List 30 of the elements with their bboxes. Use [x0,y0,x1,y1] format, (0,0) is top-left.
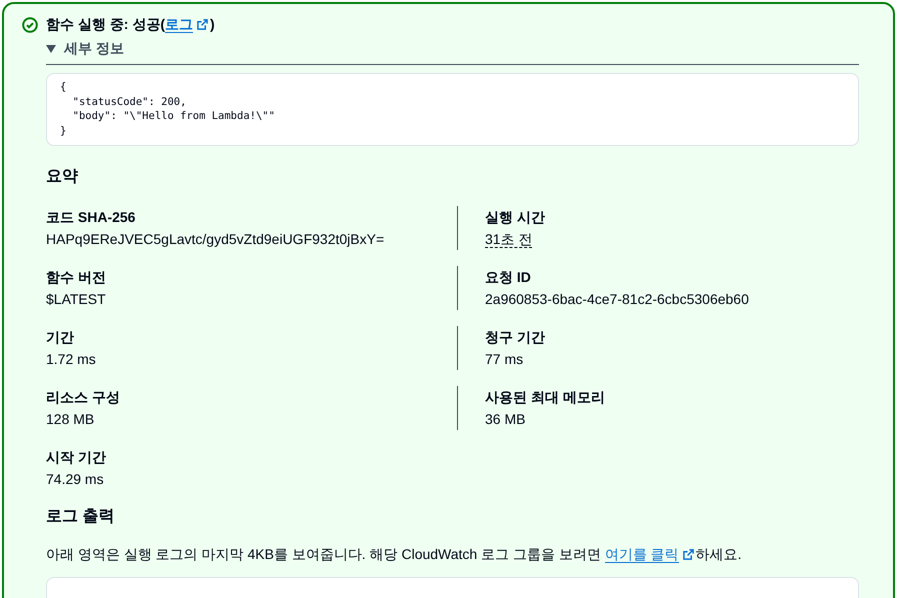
field-value: 128 MB [46,411,94,427]
field-value: 77 ms [485,351,524,367]
field-value: HAPq9EReJVEC5gLavtc/gyd5vZtd9eiUGF932t0jBxY= [46,231,384,247]
output-box[interactable]: { "statusCode": 200, "body": "\"Hello from Lambda!\"" } [46,73,859,146]
field-value: 2a960853-6bac-4ce7-81c2-6cbc5306eb60 [485,291,749,307]
field-label: 함수 버전 [46,268,107,287]
external-link-icon [682,549,694,560]
status-title: 함수 실행 중: 성공(로그 ) [46,16,215,34]
field-value: $LATEST [46,291,106,307]
section-title: 로그 출력 [46,507,116,527]
click-here-link[interactable]: 여기를 클릭 [604,546,679,563]
field-label: 시작 기간 [46,448,107,467]
details-toggle[interactable]: 세부 정보 [46,40,859,65]
field-label: 사용된 최대 메모리 [485,388,606,407]
relative-time: 31초 전 [485,231,532,248]
field-value: 1.72 ms [46,351,96,367]
field-label: 실행 시간 [485,208,546,227]
field-label: 코드 SHA-256 [46,208,136,227]
field-label: 요청 ID [485,268,532,287]
log-description: 아래 영역은 실행 로그의 마지막 4KB를 보여줍니다. 해당 CloudWatch 로그 그룹을 보려면 여기를 클릭 하세요. [46,545,743,565]
external-link-icon [197,19,208,30]
field-label: 기간 [46,328,75,347]
log-link[interactable]: 로그 [165,16,193,33]
field-label: 청구 기간 [485,328,546,347]
caret-icon [46,45,56,53]
field-value: 74.29 ms [46,471,104,487]
field-value: 36 MB [485,411,526,427]
section-title: 요약 [46,167,79,187]
success-check-icon [22,17,38,33]
field-label: 리소스 구성 [46,388,121,407]
